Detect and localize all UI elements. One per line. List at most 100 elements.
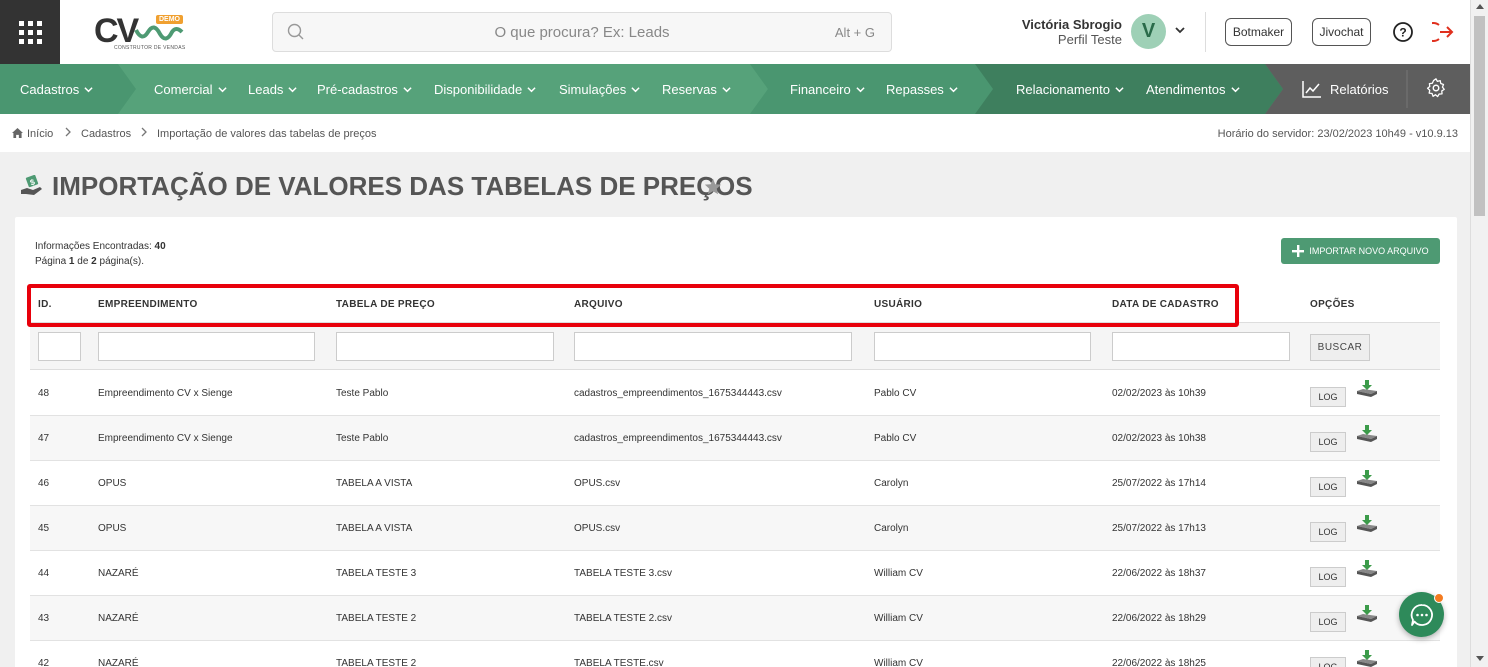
import-new-file-button[interactable]: IMPORTAR NOVO ARQUIVO (1281, 238, 1440, 264)
apps-menu-icon[interactable] (0, 0, 60, 64)
cell-arquivo: OPUS.csv (574, 523, 621, 534)
nav-label: Pré-cadastros (317, 81, 398, 97)
download-file-icon[interactable] (1355, 379, 1379, 399)
cell-tabela: TABELA TESTE 2 (336, 613, 417, 624)
chat-bubble-icon (1410, 603, 1433, 626)
global-search[interactable]: O que procura? Ex: Leads Alt + G (272, 12, 892, 52)
log-button[interactable]: LOG (1310, 612, 1346, 632)
chevron-down-icon (84, 86, 93, 92)
log-button[interactable]: LOG (1310, 522, 1346, 542)
chart-line-icon (1302, 81, 1321, 98)
botmaker-button[interactable]: Botmaker (1225, 18, 1292, 46)
result-info: Informações Encontradas: 40 Página 1 de … (35, 239, 166, 269)
user-profile[interactable]: Perfil Teste (1012, 32, 1122, 47)
cell-arquivo: TABELA TESTE.csv (574, 658, 664, 667)
nav-financeiro[interactable]: Financeiro (790, 64, 865, 114)
log-button[interactable]: LOG (1310, 387, 1346, 407)
nav-label: Leads (248, 81, 284, 97)
breadcrumb-cadastros[interactable]: Cadastros (81, 128, 131, 140)
breadcrumb-home[interactable]: Início (27, 128, 53, 140)
download-file-icon[interactable] (1355, 514, 1379, 534)
table-row: 48 Empreendimento CV x Sienge Teste Pablo c… (30, 371, 1440, 416)
column-header-id[interactable]: ID. (38, 299, 52, 310)
cell-tabela: TABELA A VISTA (336, 523, 413, 534)
log-button[interactable]: LOG (1310, 477, 1346, 497)
column-header-empreendimento[interactable]: EMPREENDIMENTO (98, 299, 198, 310)
nav-pre-cadastros[interactable]: Pré-cadastros (317, 64, 412, 114)
download-file-icon[interactable] (1355, 469, 1379, 489)
search-input[interactable]: O que procura? Ex: Leads (273, 24, 891, 41)
filter-tabela-input[interactable] (336, 332, 554, 361)
logo[interactable]: CV DEMO CONSTRUTOR DE VENDAS (94, 12, 186, 54)
money-hand-icon: $ (21, 175, 42, 195)
download-file-icon[interactable] (1355, 649, 1379, 667)
search-button[interactable]: BUSCAR (1310, 334, 1370, 361)
cell-data: 02/02/2023 às 10h38 (1112, 433, 1206, 444)
download-file-icon[interactable] (1355, 424, 1379, 444)
nav-relatorios[interactable]: Relatórios (1302, 64, 1389, 114)
gear-icon[interactable] (1425, 77, 1447, 99)
nav-label: Atendimentos (1146, 81, 1226, 97)
scroll-down-arrow[interactable] (1476, 656, 1484, 661)
table-row: 43 NAZARÉ TABELA TESTE 2 TABELA TESTE 2.csv… (30, 596, 1440, 641)
table-row: 42 NAZARÉ TABELA TESTE 2 TABELA TESTE.csv Wi… (30, 641, 1440, 667)
cell-usuario: William CV (874, 568, 923, 579)
found-label: Informações Encontradas: (35, 241, 152, 252)
column-header-tabela[interactable]: TABELA DE PREÇO (336, 299, 435, 310)
nav-disponibilidade[interactable]: Disponibilidade (434, 64, 536, 114)
top-header: CV DEMO CONSTRUTOR DE VENDAS O que procu… (0, 0, 1470, 64)
scroll-up-arrow[interactable] (1476, 4, 1484, 9)
column-header-data[interactable]: DATA DE CADASTRO (1112, 299, 1219, 310)
search-shortcut: Alt + G (834, 24, 875, 40)
cell-data: 22/06/2022 às 18h29 (1112, 613, 1206, 624)
log-button[interactable]: LOG (1310, 657, 1346, 667)
logout-icon[interactable] (1432, 20, 1456, 44)
cell-usuario: Pablo CV (874, 433, 917, 444)
page-prefix: Página (35, 256, 67, 267)
nav-leads[interactable]: Leads (248, 64, 298, 114)
cell-usuario: Carolyn (874, 478, 909, 489)
cell-id: 44 (38, 568, 50, 579)
filter-usuario-input[interactable] (874, 332, 1091, 361)
nav-atendimentos[interactable]: Atendimentos (1146, 64, 1240, 114)
nav-reservas[interactable]: Reservas (662, 64, 731, 114)
logo-demo-badge: DEMO (156, 15, 183, 24)
chevron-down-icon (288, 86, 298, 92)
nav-simulacoes[interactable]: Simulações (559, 64, 640, 114)
download-file-icon[interactable] (1355, 559, 1379, 579)
nav-relacionamento[interactable]: Relacionamento (1016, 64, 1124, 114)
page-title: IMPORTAÇÃO DE VALORES DAS TABELAS DE PRE… (52, 171, 753, 201)
download-file-icon[interactable] (1355, 604, 1379, 624)
avatar[interactable]: V (1131, 14, 1166, 49)
scroll-thumb[interactable] (1474, 16, 1485, 216)
filter-empreendimento-input[interactable] (98, 332, 315, 361)
nav-cadastros[interactable]: Cadastros (20, 64, 93, 114)
filter-id-input[interactable] (38, 332, 81, 361)
cell-empreendimento: OPUS (98, 478, 127, 489)
jivochat-button[interactable]: Jivochat (1312, 18, 1371, 46)
cell-empreendimento: Empreendimento CV x Sienge (98, 433, 233, 444)
filter-arquivo-input[interactable] (574, 332, 852, 361)
column-header-usuario[interactable]: USUÁRIO (874, 299, 922, 310)
user-name[interactable]: Victória Sbrogio (1012, 17, 1122, 32)
log-button[interactable]: LOG (1310, 567, 1346, 587)
nav-repasses[interactable]: Repasses (886, 64, 958, 114)
cell-data: 02/02/2023 às 10h39 (1112, 388, 1206, 399)
cell-empreendimento: NAZARÉ (98, 658, 139, 667)
filter-data-input[interactable] (1112, 332, 1290, 361)
cell-id: 45 (38, 523, 50, 534)
scrollbar[interactable] (1470, 0, 1488, 667)
nav-comercial[interactable]: Comercial (154, 64, 227, 114)
column-header-arquivo[interactable]: ARQUIVO (574, 299, 623, 310)
chevron-down-icon (949, 86, 958, 92)
cell-data: 25/07/2022 às 17h13 (1112, 523, 1206, 534)
cell-empreendimento: NAZARÉ (98, 568, 139, 579)
chevron-right-icon (65, 127, 71, 137)
cell-usuario: Carolyn (874, 523, 909, 534)
help-icon[interactable]: ? (1392, 21, 1414, 43)
chevron-down-icon[interactable] (1174, 24, 1186, 36)
favorite-star-icon[interactable] (704, 178, 722, 195)
chevron-down-icon (1115, 86, 1124, 92)
log-button[interactable]: LOG (1310, 432, 1346, 452)
cell-empreendimento: OPUS (98, 523, 127, 534)
